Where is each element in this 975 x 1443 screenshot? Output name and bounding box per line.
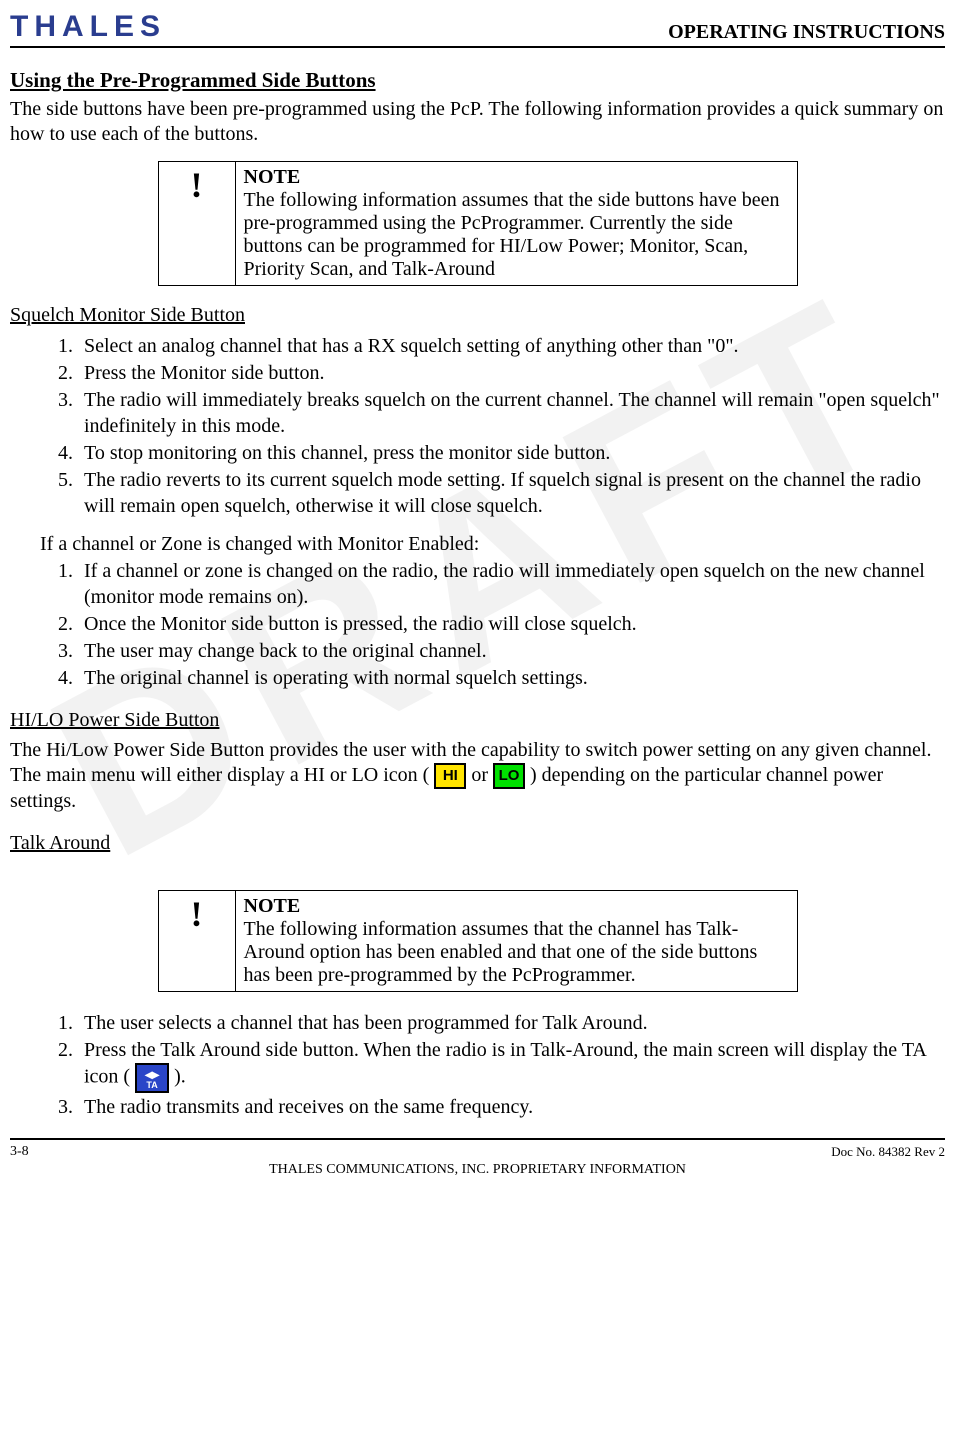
list-item: Select an analog channel that has a RX s…	[78, 333, 945, 359]
list-item: The user selects a channel that has been…	[78, 1010, 945, 1036]
header-title: OPERATING INSTRUCTIONS	[668, 21, 945, 44]
page-number: 3-8	[10, 1144, 29, 1160]
list-item: Once the Monitor side button is pressed,…	[78, 611, 945, 637]
ta-l2-pre: Press the Talk Around side button. When …	[84, 1039, 926, 1088]
list-item: To stop monitoring on this channel, pres…	[78, 440, 945, 466]
note-bang-icon: !	[158, 891, 235, 992]
squelch-list-2: If a channel or zone is changed on the r…	[10, 558, 945, 691]
hi-icon: HI	[434, 763, 466, 789]
hilo-title: HI/LO Power Side Button	[10, 709, 945, 732]
list-item: The radio transmits and receives on the …	[78, 1094, 945, 1120]
section-title: Using the Pre-Programmed Side Buttons	[10, 68, 945, 93]
note-label: NOTE	[244, 895, 301, 917]
hilo-or: or	[471, 764, 493, 786]
list-item: Press the Monitor side button.	[78, 360, 945, 386]
list-item: Press the Talk Around side button. When …	[78, 1037, 945, 1093]
page-header: THALES OPERATING INSTRUCTIONS	[10, 10, 945, 48]
list-item: The radio reverts to its current squelch…	[78, 467, 945, 519]
ta-title: Talk Around	[10, 832, 945, 855]
hilo-paragraph: The Hi/Low Power Side Button provides th…	[10, 738, 945, 814]
list-item: The original channel is operating with n…	[78, 665, 945, 691]
ta-l2-post: ).	[174, 1066, 186, 1088]
list-item: The user may change back to the original…	[78, 638, 945, 664]
thales-logo: THALES	[10, 10, 166, 44]
section-intro: The side buttons have been pre-programme…	[10, 97, 945, 147]
proprietary-line: THALES COMMUNICATIONS, INC. PROPRIETARY …	[10, 1162, 945, 1178]
lo-icon: LO	[493, 763, 525, 789]
doc-number: Doc No. 84382 Rev 2	[831, 1144, 945, 1160]
note-label: NOTE	[244, 166, 301, 188]
note-bang-icon: !	[158, 162, 235, 286]
page-footer: 3-8 Doc No. 84382 Rev 2 THALES COMMUNICA…	[10, 1138, 945, 1178]
note-box-1: ! NOTE The following information assumes…	[158, 161, 798, 286]
squelch-title: Squelch Monitor Side Button	[10, 304, 945, 327]
note-box-2: ! NOTE The following information assumes…	[158, 890, 798, 992]
squelch-mid: If a channel or Zone is changed with Mon…	[40, 533, 945, 556]
ta-icon: ◂▸ TA	[135, 1063, 169, 1093]
note-text: The following information assumes that t…	[244, 918, 758, 986]
note-text: The following information assumes that t…	[244, 189, 780, 280]
list-item: The radio will immediately breaks squelc…	[78, 387, 945, 439]
arrows-icon: ◂▸	[145, 1067, 159, 1081]
list-item: If a channel or zone is changed on the r…	[78, 558, 945, 610]
note-body-2: NOTE The following information assumes t…	[235, 891, 797, 992]
ta-icon-label: TA	[146, 1081, 157, 1090]
ta-list: The user selects a channel that has been…	[10, 1010, 945, 1120]
note-body-1: NOTE The following information assumes t…	[235, 162, 797, 286]
squelch-list-1: Select an analog channel that has a RX s…	[10, 333, 945, 519]
